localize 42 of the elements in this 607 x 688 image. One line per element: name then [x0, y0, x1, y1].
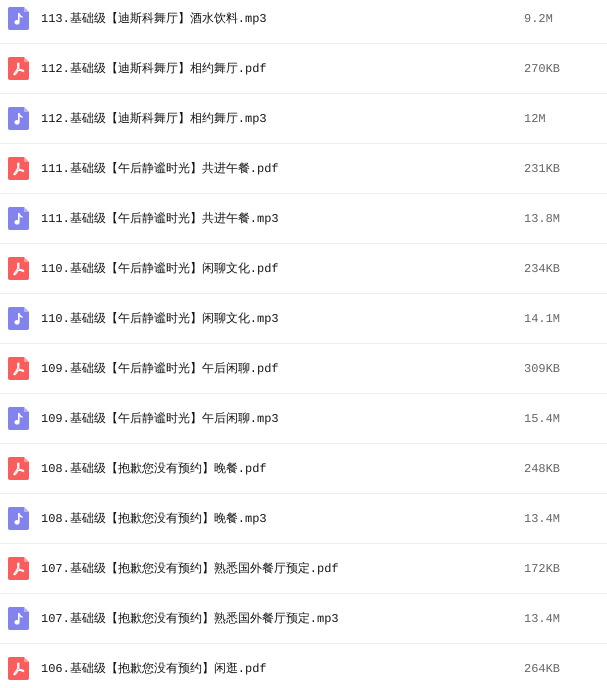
- file-size: 264KB: [524, 662, 560, 676]
- file-size: 14.1M: [524, 312, 560, 326]
- music-file-icon: [8, 407, 29, 430]
- pdf-file-icon: [8, 557, 29, 580]
- file-size: 248KB: [524, 462, 560, 476]
- pdf-file-icon: [8, 257, 29, 280]
- file-name[interactable]: 112.基础级【迪斯科舞厅】相约舞厅.mp3: [41, 110, 267, 127]
- file-name[interactable]: 108.基础级【抱歉您没有预约】晚餐.mp3: [41, 510, 267, 527]
- music-file-icon: [8, 507, 29, 530]
- file-size: 172KB: [524, 562, 560, 576]
- music-file-icon: [8, 307, 29, 330]
- file-size: 309KB: [524, 362, 560, 376]
- file-name[interactable]: 111.基础级【午后静谧时光】共进午餐.mp3: [41, 210, 279, 227]
- file-name[interactable]: 111.基础级【午后静谧时光】共进午餐.pdf: [41, 160, 279, 177]
- file-name[interactable]: 113.基础级【迪斯科舞厅】酒水饮料.mp3: [41, 10, 267, 27]
- file-name[interactable]: 106.基础级【抱歉您没有预约】闲逛.pdf: [41, 660, 267, 677]
- file-name[interactable]: 107.基础级【抱歉您没有预约】熟悉国外餐厅预定.mp3: [41, 610, 339, 627]
- music-file-icon: [8, 607, 29, 630]
- music-file-icon: [8, 207, 29, 230]
- file-size: 13.4M: [524, 612, 560, 626]
- file-name[interactable]: 110.基础级【午后静谧时光】闲聊文化.pdf: [41, 260, 279, 277]
- file-name[interactable]: 110.基础级【午后静谧时光】闲聊文化.mp3: [41, 310, 279, 327]
- pdf-file-icon: [8, 657, 29, 680]
- file-size: 9.2M: [524, 12, 553, 26]
- pdf-file-icon: [8, 57, 29, 80]
- file-name[interactable]: 109.基础级【午后静谧时光】午后闲聊.pdf: [41, 360, 279, 377]
- file-size: 270KB: [524, 62, 560, 76]
- file-size: 231KB: [524, 162, 560, 176]
- pdf-file-icon: [8, 457, 29, 480]
- file-size: 234KB: [524, 262, 560, 276]
- pdf-file-icon: [8, 357, 29, 380]
- file-size: 15.4M: [524, 412, 560, 426]
- file-name[interactable]: 109.基础级【午后静谧时光】午后闲聊.mp3: [41, 410, 279, 427]
- file-name[interactable]: 112.基础级【迪斯科舞厅】相约舞厅.pdf: [41, 60, 267, 77]
- pdf-file-icon: [8, 157, 29, 180]
- file-size: 12M: [524, 112, 546, 126]
- file-size: 13.4M: [524, 512, 560, 526]
- file-size: 13.8M: [524, 212, 560, 226]
- music-file-icon: [8, 107, 29, 130]
- file-name[interactable]: 107.基础级【抱歉您没有预约】熟悉国外餐厅预定.pdf: [41, 560, 339, 577]
- file-name[interactable]: 108.基础级【抱歉您没有预约】晚餐.pdf: [41, 460, 267, 477]
- music-file-icon: [8, 7, 29, 30]
